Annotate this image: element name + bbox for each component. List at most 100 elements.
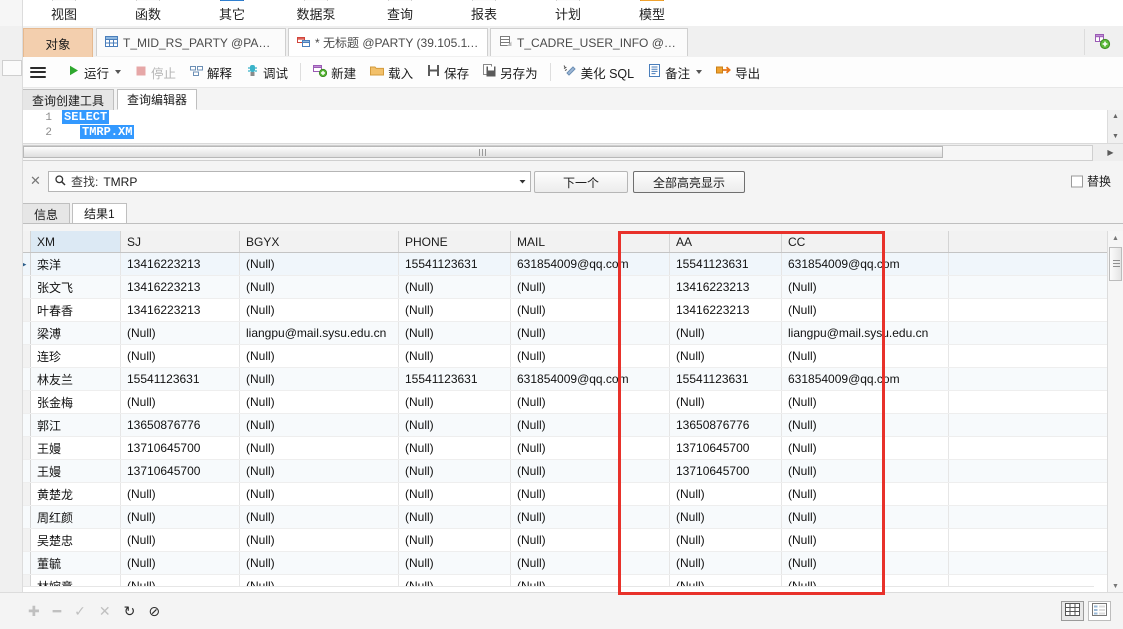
cell-xm[interactable]: 林友兰 bbox=[30, 367, 121, 391]
cell-aa[interactable]: (Null) bbox=[669, 505, 782, 529]
cell-bgyx[interactable]: (Null) bbox=[239, 413, 399, 437]
cell-aa[interactable]: (Null) bbox=[669, 344, 782, 368]
cell-cc[interactable]: (Null) bbox=[781, 298, 949, 322]
editor-horizontal-scrollbar[interactable]: ◀ ▶ bbox=[0, 143, 1123, 162]
hscroll-track[interactable] bbox=[22, 145, 1093, 161]
cell-mail[interactable]: (Null) bbox=[510, 459, 670, 483]
form-view-button[interactable] bbox=[1088, 601, 1111, 621]
cell-aa[interactable]: 15541123631 bbox=[669, 252, 782, 276]
cell-phone[interactable]: (Null) bbox=[398, 551, 511, 575]
cell-mail[interactable]: (Null) bbox=[510, 298, 670, 322]
table-row[interactable]: 王嫚 13710645700 (Null) (Null) (Null) 137106457… bbox=[16, 436, 1108, 460]
cell-sj[interactable]: (Null) bbox=[120, 390, 240, 414]
cell-mail[interactable]: (Null) bbox=[510, 505, 670, 529]
table-row[interactable]: 张文飞 13416223213 (Null) (Null) (Null) 13416223… bbox=[16, 275, 1108, 299]
export-button[interactable]: 导出 bbox=[709, 60, 767, 84]
cell-xm[interactable]: 吴楚忠 bbox=[30, 528, 121, 552]
table-row[interactable]: 王嫚 13710645700 (Null) (Null) (Null) 137106457… bbox=[16, 459, 1108, 483]
cell-bgyx[interactable]: (Null) bbox=[239, 482, 399, 506]
cell-mail[interactable]: (Null) bbox=[510, 551, 670, 575]
cell-phone[interactable]: (Null) bbox=[398, 321, 511, 345]
table-row[interactable]: 黄楚龙 (Null) (Null) (Null) (Null) (Null) (Null) bbox=[16, 482, 1108, 506]
cell-mail[interactable]: (Null) bbox=[510, 528, 670, 552]
ribbon-tab-schedule[interactable]: 计划 bbox=[526, 0, 610, 26]
cell-phone[interactable]: (Null) bbox=[398, 505, 511, 529]
cell-mail[interactable]: (Null) bbox=[510, 413, 670, 437]
cell-mail[interactable]: 631854009@qq.com bbox=[510, 367, 670, 391]
cell-mail[interactable]: (Null) bbox=[510, 436, 670, 460]
column-header-sj[interactable]: SJ bbox=[120, 231, 240, 253]
cell-phone[interactable]: (Null) bbox=[398, 528, 511, 552]
table-row[interactable]: ▶栾洋13416223213(Null)15541123631631854009… bbox=[16, 252, 1108, 276]
cell-xm[interactable]: 张金梅 bbox=[30, 390, 121, 414]
editor-vertical-scrollbar[interactable]: ▲ ▼ bbox=[1107, 110, 1123, 143]
close-icon[interactable]: ✕ bbox=[30, 173, 41, 189]
ribbon-tab-report[interactable]: 报表 bbox=[442, 0, 526, 26]
cell-bgyx[interactable]: liangpu@mail.sysu.edu.cn bbox=[239, 321, 399, 345]
comment-button[interactable]: 备注 bbox=[641, 60, 709, 84]
checkbox-icon[interactable] bbox=[1070, 175, 1083, 187]
document-tab-untitled-query[interactable]: * 无标题 @PARTY (39.105.11... bbox=[288, 28, 488, 56]
cell-bgyx[interactable]: (Null) bbox=[239, 528, 399, 552]
cell-cc[interactable]: (Null) bbox=[781, 436, 949, 460]
cell-phone[interactable]: (Null) bbox=[398, 459, 511, 483]
cell-sj[interactable]: 13416223213 bbox=[120, 252, 240, 276]
cell-phone[interactable]: (Null) bbox=[398, 413, 511, 437]
tab-result1[interactable]: 结果1 bbox=[72, 203, 127, 224]
cell-phone[interactable]: (Null) bbox=[398, 344, 511, 368]
cell-cc[interactable]: liangpu@mail.sysu.edu.cn bbox=[781, 321, 949, 345]
cell-xm[interactable]: 栾洋 bbox=[30, 252, 121, 276]
cell-phone[interactable]: (Null) bbox=[398, 275, 511, 299]
cell-sj[interactable]: 13416223213 bbox=[120, 298, 240, 322]
cell-aa[interactable]: 15541123631 bbox=[669, 367, 782, 391]
sql-code-area[interactable]: SELECT TMRP.XM bbox=[62, 110, 135, 140]
subtab-query-editor[interactable]: 查询编辑器 bbox=[117, 89, 198, 110]
explain-button[interactable]: 解释 bbox=[183, 60, 239, 84]
table-row[interactable]: 连珍 (Null) (Null) (Null) (Null) (Null) (Null) bbox=[16, 344, 1108, 368]
cell-phone[interactable]: 15541123631 bbox=[398, 252, 511, 276]
cell-xm[interactable]: 张文飞 bbox=[30, 275, 121, 299]
table-row[interactable]: 董毓 (Null) (Null) (Null) (Null) (Null) (Null) bbox=[16, 551, 1108, 575]
cell-cc[interactable]: (Null) bbox=[781, 482, 949, 506]
debug-button[interactable]: 调试 bbox=[239, 60, 295, 84]
chevron-down-icon[interactable] bbox=[696, 70, 703, 74]
column-header-bgyx[interactable]: BGYX bbox=[239, 231, 399, 253]
table-row[interactable]: 周红颜 (Null) (Null) (Null) (Null) (Null) (Null) bbox=[16, 505, 1108, 529]
table-row[interactable]: 吴楚忠 (Null) (Null) (Null) (Null) (Null) (Null) bbox=[16, 528, 1108, 552]
cell-xm[interactable]: 叶春香 bbox=[30, 298, 121, 322]
table-row[interactable]: 张金梅 (Null) (Null) (Null) (Null) (Null) (Null) bbox=[16, 390, 1108, 414]
cell-sj[interactable]: 13416223213 bbox=[120, 275, 240, 299]
cell-phone[interactable]: (Null) bbox=[398, 482, 511, 506]
cell-aa[interactable]: 13416223213 bbox=[669, 298, 782, 322]
rail-collapse-button[interactable] bbox=[2, 60, 22, 76]
scroll-down-icon[interactable]: ▼ bbox=[1108, 130, 1123, 143]
cell-mail[interactable]: (Null) bbox=[510, 321, 670, 345]
cell-sj[interactable]: (Null) bbox=[120, 321, 240, 345]
cell-cc[interactable]: 631854009@qq.com bbox=[781, 367, 949, 391]
column-header-xm[interactable]: XM bbox=[30, 231, 121, 253]
ribbon-tab-function[interactable]: 函数 bbox=[106, 0, 190, 26]
cell-bgyx[interactable]: (Null) bbox=[239, 551, 399, 575]
stop-loading-icon[interactable]: ⊘ bbox=[148, 604, 160, 618]
chevron-down-icon[interactable] bbox=[518, 175, 527, 189]
cell-sj[interactable]: (Null) bbox=[120, 505, 240, 529]
cell-xm[interactable]: 郭江 bbox=[30, 413, 121, 437]
cell-cc[interactable]: (Null) bbox=[781, 413, 949, 437]
cell-sj[interactable]: (Null) bbox=[120, 344, 240, 368]
cell-cc[interactable]: (Null) bbox=[781, 390, 949, 414]
cell-bgyx[interactable]: (Null) bbox=[239, 344, 399, 368]
column-header-cc[interactable]: CC bbox=[781, 231, 949, 253]
column-header-mail[interactable]: MAIL bbox=[510, 231, 670, 253]
cell-cc[interactable]: (Null) bbox=[781, 505, 949, 529]
cell-aa[interactable]: (Null) bbox=[669, 528, 782, 552]
cell-phone[interactable]: (Null) bbox=[398, 298, 511, 322]
grid-scroll-thumb[interactable] bbox=[1109, 247, 1122, 281]
cell-sj[interactable]: 15541123631 bbox=[120, 367, 240, 391]
ribbon-tab-datapump[interactable]: 数据泵 bbox=[274, 0, 358, 26]
cell-aa[interactable]: 13416223213 bbox=[669, 275, 782, 299]
cell-phone[interactable]: 15541123631 bbox=[398, 367, 511, 391]
cell-xm[interactable]: 王嫚 bbox=[30, 436, 121, 460]
stop-button[interactable]: 停止 bbox=[128, 60, 183, 84]
document-tab-t-cadre-user-info[interactable]: T_CADRE_USER_INFO @PAR... bbox=[490, 28, 688, 56]
cell-cc[interactable]: (Null) bbox=[781, 528, 949, 552]
